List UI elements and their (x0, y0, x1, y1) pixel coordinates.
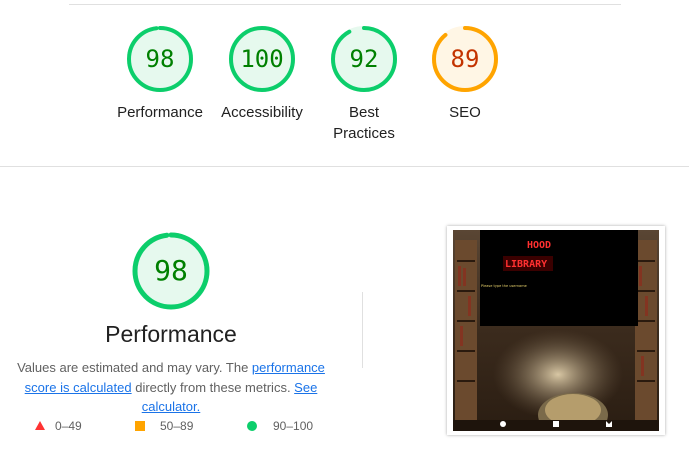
legend-range: 50–89 (160, 419, 194, 433)
gauge-label: Best Practices (333, 104, 395, 142)
gauge-performance[interactable]: 98 Performance (115, 25, 205, 123)
gauge-label: Performance (117, 104, 203, 121)
gauge-label: Accessibility (221, 104, 303, 121)
gauge-best-practices[interactable]: 92 Best Practices (319, 25, 409, 144)
library-background: HOOD LIBRARY Please type the username (453, 230, 659, 431)
desc-middle: directly from these metrics. (131, 379, 295, 395)
gauge-seo[interactable]: 89 SEO (420, 25, 510, 123)
section-divider (0, 166, 689, 167)
screenshot-image: HOOD LIBRARY Please type the username (453, 230, 659, 431)
score-value: 89 (450, 45, 480, 73)
gauge-label: SEO (449, 104, 481, 121)
gauge-accessibility[interactable]: 100 Accessibility (217, 25, 307, 123)
legend-range: 0–49 (55, 419, 82, 433)
score-value: 98 (145, 45, 175, 73)
app-title-line1: HOOD (527, 240, 551, 251)
circle-icon (247, 421, 257, 431)
top-divider (69, 4, 621, 5)
final-screenshot[interactable]: HOOD LIBRARY Please type the username (447, 226, 665, 435)
username-prompt: Please type the username (481, 284, 527, 288)
github-icon (500, 421, 506, 427)
square-icon (135, 421, 145, 431)
triangle-icon (35, 421, 45, 430)
score-value: 100 (240, 45, 284, 73)
linkedin-icon (553, 421, 559, 427)
legend-range: 90–100 (273, 419, 314, 433)
performance-score: 98 (154, 254, 188, 287)
app-title-line2: LIBRARY (505, 259, 547, 270)
performance-gauge-large: 98 (131, 231, 211, 311)
desc-prefix: Values are estimated and may vary. The (17, 360, 252, 375)
performance-title: Performance (105, 321, 237, 347)
performance-description: Values are estimated and may vary. The p… (0, 358, 342, 417)
category-gauges: 98 Performance 100 Accessibility 92 Best… (0, 25, 689, 155)
score-value: 92 (349, 45, 379, 73)
vertical-divider (362, 292, 363, 368)
